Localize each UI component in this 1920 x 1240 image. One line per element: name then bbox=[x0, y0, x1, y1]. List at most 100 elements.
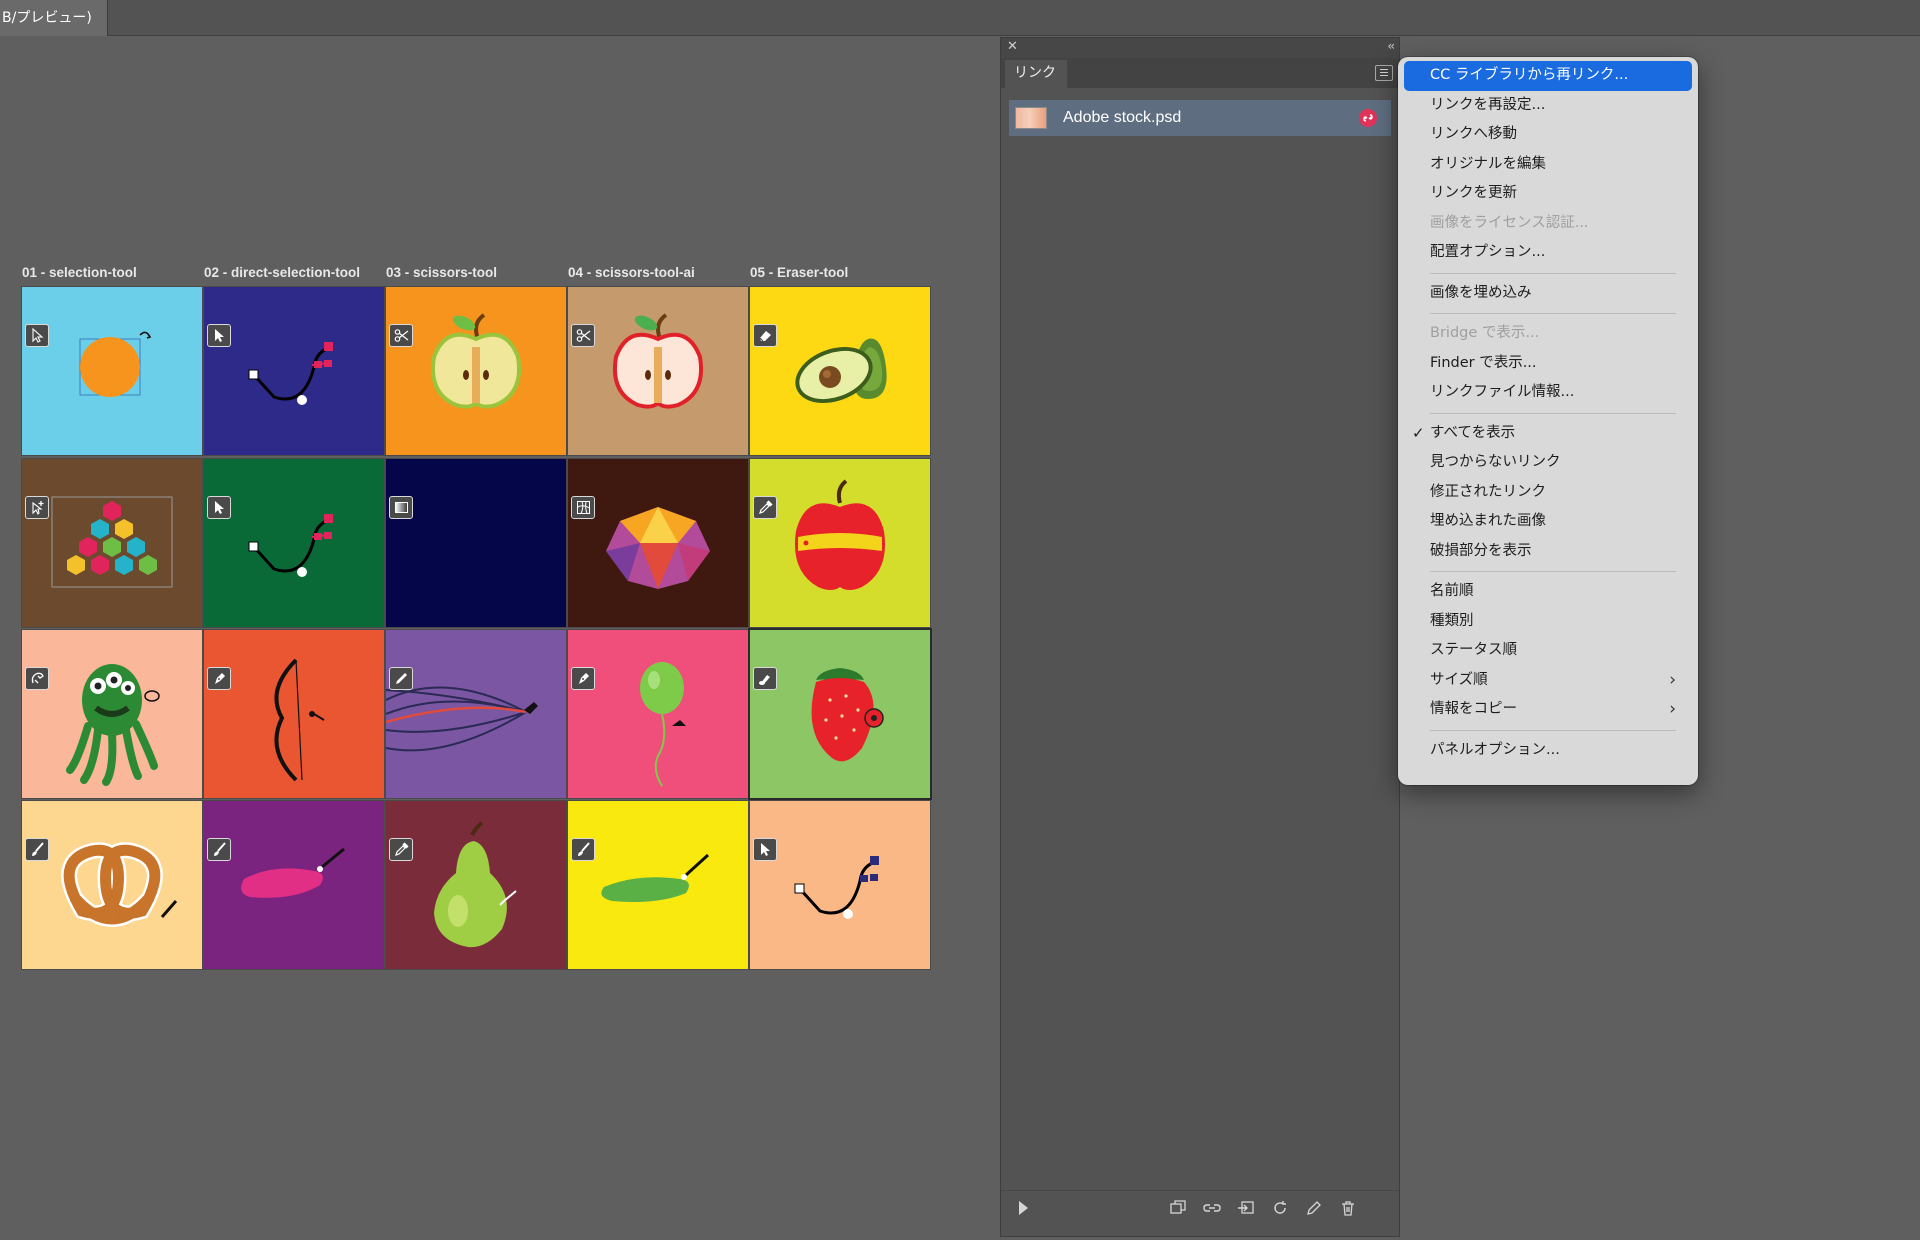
artboard-cell[interactable] bbox=[567, 458, 749, 628]
selection-arrow-icon bbox=[25, 324, 49, 347]
menu-item[interactable]: ステータス順 bbox=[1404, 636, 1692, 666]
panel-menu-icon[interactable] bbox=[1375, 65, 1393, 81]
menu-item[interactable]: 修正されたリンク bbox=[1404, 478, 1692, 508]
artwork-green-stroke bbox=[601, 853, 710, 902]
paint-brush-icon bbox=[571, 838, 595, 861]
artboard-cell[interactable] bbox=[21, 458, 203, 628]
menu-item[interactable]: リンクファイル情報... bbox=[1404, 378, 1692, 408]
trash-icon[interactable] bbox=[1337, 1198, 1359, 1218]
artboard-label[interactable]: 05 - Eraser-tool bbox=[750, 265, 848, 283]
artboard-cell[interactable] bbox=[748, 628, 932, 800]
artwork-bezier-path-navy bbox=[794, 856, 879, 919]
update-link-icon[interactable] bbox=[1269, 1198, 1291, 1218]
paint-brush-icon bbox=[207, 838, 231, 861]
artboard-label[interactable]: 04 - scissors-tool-ai bbox=[568, 265, 695, 283]
artboard-cell[interactable] bbox=[385, 286, 567, 456]
document-tab[interactable]: B/プレビュー) bbox=[0, 0, 108, 36]
show-details-icon[interactable] bbox=[1019, 1201, 1028, 1215]
add-anchor-icon bbox=[25, 496, 49, 519]
artboard-cell[interactable] bbox=[749, 458, 931, 628]
artboard-label[interactable]: 02 - direct-selection-tool bbox=[204, 265, 360, 283]
artboard-cell[interactable] bbox=[567, 629, 749, 799]
direct-selection-arrow-icon bbox=[753, 838, 777, 861]
tab-links[interactable]: リンク bbox=[1005, 60, 1067, 88]
relink-icon[interactable] bbox=[1201, 1198, 1223, 1218]
menu-item-label: リンクを再設定... bbox=[1430, 96, 1546, 113]
menu-item[interactable]: 破損部分を表示 bbox=[1404, 537, 1692, 567]
artwork-bezier-path bbox=[248, 342, 333, 405]
artboard-cell[interactable] bbox=[567, 800, 749, 970]
artboard-cell[interactable] bbox=[385, 458, 567, 628]
menu-item-label: 画像を埋め込み bbox=[1430, 284, 1532, 301]
direct-selection-arrow-icon bbox=[207, 496, 231, 519]
paint-brush-icon bbox=[25, 838, 49, 861]
close-icon[interactable]: ✕ bbox=[1007, 39, 1018, 54]
artboard-cell[interactable] bbox=[203, 458, 385, 628]
edit-original-icon[interactable] bbox=[1303, 1198, 1325, 1218]
menu-item[interactable]: 見つからないリンク bbox=[1404, 448, 1692, 478]
menu-item[interactable]: 埋め込まれた画像 bbox=[1404, 507, 1692, 537]
menu-item[interactable]: パネルオプション... bbox=[1404, 736, 1692, 766]
artboard-cell[interactable] bbox=[203, 286, 385, 456]
artboard-label[interactable]: 03 - scissors-tool bbox=[386, 265, 497, 283]
artwork-red-apple bbox=[794, 479, 886, 590]
go-to-link-icon[interactable] bbox=[1235, 1198, 1257, 1218]
scissors-icon bbox=[389, 324, 413, 347]
menu-item-label: パネルオプション... bbox=[1430, 741, 1560, 758]
eyedropper-icon bbox=[753, 496, 777, 519]
menu-item[interactable]: 種類別 bbox=[1404, 607, 1692, 637]
artwork-orange-circle bbox=[79, 331, 152, 397]
artwork-octopus bbox=[66, 664, 160, 786]
menu-item[interactable]: 情報をコピー › bbox=[1404, 695, 1692, 725]
submenu-arrow-icon: › bbox=[1669, 699, 1676, 719]
pen-icon bbox=[571, 667, 595, 690]
menu-item-label: Finder で表示... bbox=[1430, 354, 1537, 371]
artboard-cell[interactable] bbox=[567, 286, 749, 456]
menu-item-label: リンクを更新 bbox=[1430, 185, 1517, 201]
artwork-hexagon-pyramid bbox=[51, 496, 173, 588]
artwork-pink-stroke bbox=[241, 847, 345, 898]
artboard-label[interactable]: 01 - selection-tool bbox=[22, 265, 137, 283]
menu-item-label: すべてを表示 bbox=[1430, 424, 1516, 441]
menu-item[interactable]: リンクを再設定... bbox=[1404, 91, 1692, 121]
artboard-cell[interactable] bbox=[749, 286, 931, 456]
menu-item-label: サイズ順 bbox=[1430, 671, 1488, 688]
artboard-cell[interactable] bbox=[749, 800, 931, 970]
link-item[interactable]: Adobe stock.psd bbox=[1009, 100, 1391, 136]
menu-item[interactable]: 名前順 bbox=[1404, 577, 1692, 607]
artboard-cell[interactable] bbox=[385, 800, 567, 970]
menu-separator bbox=[1430, 412, 1676, 414]
menu-item-label: 配置オプション... bbox=[1430, 244, 1546, 260]
panel-tab-bar: リンク bbox=[1001, 58, 1399, 88]
menu-item[interactable]: ✓ すべてを表示 bbox=[1404, 419, 1692, 449]
menu-item[interactable]: 画像を埋め込み bbox=[1404, 279, 1692, 309]
artwork-bow bbox=[274, 658, 325, 782]
artboard-cell[interactable] bbox=[21, 800, 203, 970]
document-tab-bar: B/プレビュー) bbox=[0, 0, 1920, 36]
direct-selection-arrow-icon bbox=[207, 324, 231, 347]
menu-item-label: オリジナルを編集 bbox=[1430, 155, 1546, 172]
artwork-empty bbox=[386, 459, 566, 627]
artwork-curves bbox=[386, 686, 538, 752]
menu-item[interactable]: リンクを更新 bbox=[1404, 179, 1692, 209]
artboard-cell[interactable] bbox=[203, 800, 385, 970]
menu-item-label: 種類別 bbox=[1430, 612, 1474, 629]
menu-item[interactable]: 配置オプション... bbox=[1404, 238, 1692, 268]
menu-item[interactable]: リンクへ移動 bbox=[1404, 120, 1692, 150]
relink-cc-library-icon[interactable] bbox=[1167, 1198, 1189, 1218]
artboard-cell[interactable] bbox=[385, 629, 567, 799]
artwork-bezier-path bbox=[248, 514, 333, 577]
menu-item[interactable]: オリジナルを編集 bbox=[1404, 150, 1692, 180]
menu-item[interactable]: サイズ順 › bbox=[1404, 666, 1692, 696]
eraser-icon bbox=[753, 324, 777, 347]
artboard-cell[interactable] bbox=[21, 286, 203, 456]
artboard-cell[interactable] bbox=[203, 629, 385, 799]
menu-item-label: Bridge で表示... bbox=[1430, 325, 1540, 341]
artwork-apple-half-yellow bbox=[431, 313, 521, 409]
panel-footer bbox=[1001, 1190, 1399, 1224]
artboard-cell[interactable] bbox=[21, 629, 203, 799]
menu-item-label: 埋め込まれた画像 bbox=[1430, 513, 1546, 529]
menu-item[interactable]: Finder で表示... bbox=[1404, 349, 1692, 379]
menu-item[interactable]: CC ライブラリから再リンク... bbox=[1404, 61, 1692, 91]
collapse-icon[interactable]: ‹‹ bbox=[1387, 39, 1394, 53]
